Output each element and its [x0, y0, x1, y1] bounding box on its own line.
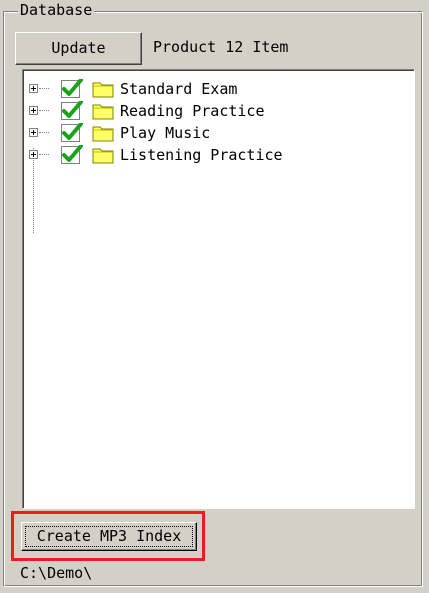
- footer-area: Create MP3 Index C:\Demo\: [8, 511, 421, 591]
- tree-item-label: Standard Exam: [120, 80, 238, 98]
- tree-item-label: Listening Practice: [120, 146, 283, 164]
- tree-item-reading-practice[interactable]: Reading Practice: [29, 101, 399, 123]
- checkmark-icon[interactable]: [61, 79, 83, 99]
- expand-plus-icon[interactable]: [29, 84, 38, 93]
- tree-branch-line: [39, 154, 49, 155]
- tree-item-label: Play Music: [120, 124, 211, 142]
- checkmark-icon[interactable]: [61, 145, 83, 165]
- create-mp3-index-button[interactable]: Create MP3 Index: [21, 522, 197, 551]
- folder-icon: [92, 82, 114, 98]
- folder-icon: [92, 148, 114, 164]
- tree-item-standard-exam[interactable]: Standard Exam: [29, 79, 399, 101]
- tree-branch-line: [39, 88, 49, 89]
- checkmark-icon[interactable]: [61, 101, 83, 121]
- product-count-label: Product 12 Item: [153, 38, 289, 56]
- folder-icon: [92, 126, 114, 142]
- tree-branch-line: [39, 110, 49, 111]
- tree-item-play-music[interactable]: Play Music: [29, 123, 399, 145]
- database-tree-view[interactable]: Standard Exam Reading Practice Play Musi…: [22, 69, 415, 509]
- create-mp3-index-label: Create MP3 Index: [36, 527, 182, 545]
- update-button[interactable]: Update: [15, 32, 142, 65]
- tree-item-label: Reading Practice: [120, 102, 265, 120]
- expand-plus-icon[interactable]: [29, 128, 38, 137]
- folder-icon: [92, 104, 114, 120]
- tree-item-listening-practice[interactable]: Listening Practice: [29, 145, 399, 167]
- checkmark-icon[interactable]: [61, 123, 83, 143]
- path-label: C:\Demo\: [20, 564, 93, 582]
- group-title: Database: [18, 1, 95, 19]
- expand-plus-icon[interactable]: [29, 150, 38, 159]
- tree-branch-line: [39, 132, 49, 133]
- expand-plus-icon[interactable]: [29, 106, 38, 115]
